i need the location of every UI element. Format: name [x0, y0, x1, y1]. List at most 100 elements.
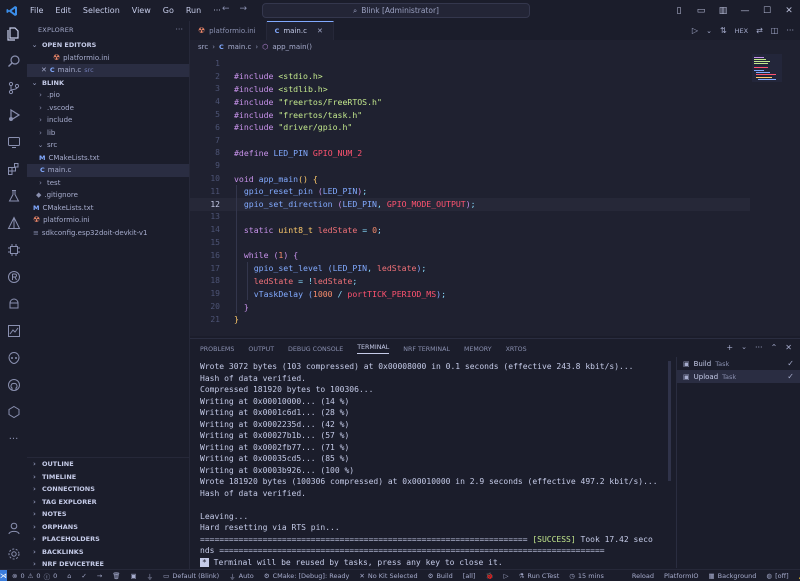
close-panel-icon[interactable]: ✕	[785, 343, 792, 352]
tab-output[interactable]: OUTPUT	[248, 346, 274, 353]
close-icon[interactable]: ✕	[41, 64, 47, 77]
menu-edit[interactable]: Edit	[49, 6, 77, 15]
explorer-icon[interactable]	[5, 25, 22, 42]
code-line[interactable]: 12 gpio_set_direction (LED_PIN, GPIO_MOD…	[190, 197, 750, 211]
code-line[interactable]: 7	[190, 134, 750, 147]
maximize-icon[interactable]: ☐	[756, 6, 778, 16]
more-actions-icon[interactable]: ···	[755, 343, 763, 352]
tree-folder-test[interactable]: › test	[27, 177, 189, 190]
problems-status[interactable]: ⊗ 0 ⚠ 0 ⓘ 0	[7, 571, 62, 581]
terminal-output[interactable]: Wrote 3072 bytes (103 compressed) at 0x0…	[200, 361, 670, 568]
code-line[interactable]: 5 #include "freertos/task.h"	[190, 108, 750, 121]
remote-indicator-icon[interactable]: ⋊	[0, 569, 7, 581]
build-target-selector[interactable]: [all]	[458, 572, 481, 580]
toggle-status[interactable]: ◍ [off]	[761, 572, 793, 580]
env-selector[interactable]: ▭ Default (Blink)	[158, 572, 224, 580]
code-line[interactable]: 21}	[190, 313, 750, 326]
code-line[interactable]: 10 void app_main() {	[190, 172, 750, 185]
open-editor-item-main-c[interactable]: ✕ C main.c src	[27, 64, 189, 77]
plug-icon[interactable]: ⏚	[142, 571, 159, 581]
task-build[interactable]: ▣ Build Task ✓	[677, 357, 800, 370]
more-actions-icon[interactable]: ···	[786, 26, 794, 35]
code-line[interactable]: 17 gpio_set_level (LED_PIN, ledState);	[190, 262, 750, 275]
breadcrumb-folder[interactable]: src	[198, 43, 208, 51]
run-debug-icon[interactable]	[5, 106, 22, 123]
code-line[interactable]: 4 #include "freertos/FreeRTOS.h"	[190, 95, 750, 108]
tab-terminal[interactable]: TERMINAL	[357, 344, 390, 354]
section-orphans[interactable]: › ORPHANS	[27, 521, 190, 534]
run-ctest-button[interactable]: ⚗ Run CTest	[514, 572, 565, 580]
extensions-icon[interactable]	[5, 160, 22, 177]
tree-file-cmakelists[interactable]: M CMakeLists.txt	[27, 202, 189, 215]
minimize-icon[interactable]: —	[734, 6, 756, 16]
sidebar-more-icon[interactable]: ···	[175, 25, 183, 34]
section-timeline[interactable]: › TIMELINE	[27, 471, 190, 484]
home-icon[interactable]: ⌂	[62, 572, 76, 580]
tab-memory[interactable]: MEMORY	[464, 346, 492, 353]
nrf-connect-icon[interactable]	[5, 403, 22, 420]
tree-folder-pio[interactable]: › .pio	[27, 89, 189, 102]
remote-explorer-icon[interactable]	[5, 133, 22, 150]
section-placeholders[interactable]: › PLACEHOLDERS	[27, 533, 190, 546]
platformio-status[interactable]: PlatformIO	[659, 572, 703, 580]
code-line[interactable]: 14 static uint8_t ledState = 0;	[190, 223, 750, 236]
section-backlinks[interactable]: › BACKLINKS	[27, 546, 190, 559]
testing-flask-icon[interactable]	[5, 187, 22, 204]
section-notes[interactable]: › NOTES	[27, 508, 190, 521]
code-line[interactable]: 16 while (1) {	[190, 249, 750, 262]
settings-gear-icon[interactable]	[5, 545, 22, 562]
run-play-icon[interactable]: ▷	[692, 26, 698, 35]
reload-button[interactable]: Reload	[627, 572, 659, 580]
port-selector[interactable]: ⏚ Auto	[224, 571, 259, 581]
terminal-icon[interactable]: ▣	[126, 572, 142, 580]
background-status[interactable]: ▦ Background	[703, 572, 761, 580]
check-icon[interactable]: ✓	[76, 572, 91, 580]
tree-folder-include[interactable]: › include	[27, 114, 189, 127]
task-upload[interactable]: ▣ Upload Task ✓	[677, 370, 800, 383]
open-editor-item-platformio[interactable]: ☢ platformio.ini	[27, 52, 189, 65]
layout-customize-icon[interactable]: ▥	[712, 6, 734, 16]
project-section[interactable]: ⌄ BLINK	[27, 77, 189, 90]
close-icon[interactable]: ✕	[317, 27, 323, 35]
github-icon[interactable]	[5, 376, 22, 393]
tree-file-platformio-ini[interactable]: ☢ platformio.ini	[27, 214, 189, 227]
menu-view[interactable]: View	[126, 6, 157, 15]
tab-debug-console[interactable]: DEBUG CONSOLE	[288, 346, 343, 353]
close-window-icon[interactable]: ✕	[778, 6, 800, 16]
menu-selection[interactable]: Selection	[77, 6, 126, 15]
code-line[interactable]: 6 #include "driver/gpio.h"	[190, 121, 750, 134]
command-center-search[interactable]: ⌕ Blink [Administrator]	[262, 3, 530, 18]
open-editors-section[interactable]: ⌄ OPEN EDITORS	[27, 39, 189, 52]
notifications-icon[interactable]: 🔔	[794, 572, 800, 580]
breadcrumb-symbol[interactable]: app_main()	[272, 43, 312, 51]
back-arrow-icon[interactable]: ←	[222, 4, 230, 14]
chip-icon[interactable]	[5, 241, 22, 258]
tab-platformio-ini[interactable]: ☢ platformio.ini	[190, 21, 267, 40]
rust-analyzer-icon[interactable]	[5, 268, 22, 285]
code-line[interactable]: 13	[190, 211, 750, 224]
build-button[interactable]: ⚙ Build	[423, 572, 458, 580]
code-editor[interactable]: 1 2 #include <stdio.h> 3 #include <stdlib.h>…	[190, 54, 800, 336]
platformio-alien-icon[interactable]	[5, 349, 22, 366]
code-line[interactable]: 2 #include <stdio.h>	[190, 70, 750, 83]
source-control-icon[interactable]	[5, 79, 22, 96]
section-connections[interactable]: › CONNECTIONS	[27, 483, 190, 496]
layout-sidebar-icon[interactable]: ▯	[668, 6, 690, 16]
code-line[interactable]: 15	[190, 236, 750, 249]
more-views-icon[interactable]: ···	[5, 431, 22, 448]
code-line[interactable]: 8 #define LED_PIN GPIO_NUM_2	[190, 147, 750, 160]
debug-icon[interactable]: 🐞	[480, 572, 498, 580]
chevron-down-icon[interactable]: ⌄	[706, 27, 712, 35]
tab-nrf-terminal[interactable]: NRF TERMINAL	[403, 346, 450, 353]
tree-file-gitignore[interactable]: ◆ .gitignore	[27, 189, 189, 202]
hex-editor-button[interactable]: HEX	[735, 27, 748, 35]
tab-xrtos[interactable]: XRTOS	[506, 346, 527, 353]
chevron-down-icon[interactable]: ⌄	[741, 343, 747, 352]
accounts-icon[interactable]	[5, 519, 22, 536]
code-line[interactable]: 3 #include <stdlib.h>	[190, 83, 750, 96]
dashboard-icon[interactable]	[5, 322, 22, 339]
tab-main-c[interactable]: C main.c ✕	[266, 21, 334, 40]
code-line[interactable]: 19 vTaskDelay (1000 / portTICK_PERIOD_MS…	[190, 287, 750, 300]
menu-file[interactable]: File	[24, 6, 49, 15]
android-icon[interactable]	[5, 295, 22, 312]
